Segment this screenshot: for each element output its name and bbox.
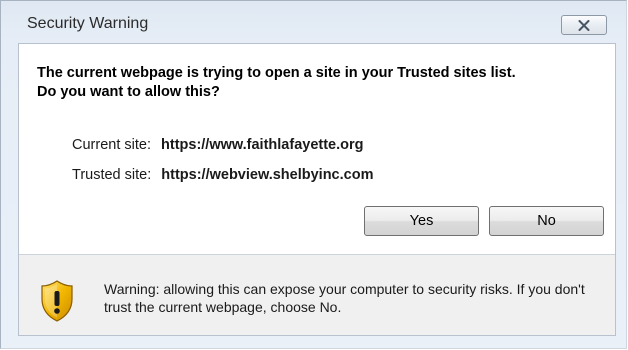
- trusted-site-value: https://webview.shelbyinc.com: [161, 167, 374, 183]
- warning-footer: Warning: allowing this can expose your c…: [19, 255, 615, 335]
- dialog-body: The current webpage is trying to open a …: [18, 43, 616, 336]
- window-title: Security Warning: [27, 15, 149, 32]
- prompt-question: The current webpage is trying to open a …: [37, 65, 516, 100]
- security-warning-dialog: Security Warning The current webpage is …: [0, 0, 627, 349]
- close-icon: [578, 19, 590, 31]
- current-site-value: https://www.faithlafayette.org: [161, 137, 364, 153]
- yes-button[interactable]: Yes: [364, 206, 479, 236]
- no-button[interactable]: No: [489, 206, 604, 236]
- close-button[interactable]: [561, 15, 607, 35]
- current-site-label: Current site:: [72, 137, 151, 153]
- current-site-row: Current site: https://www.faithlafayette…: [72, 137, 364, 153]
- titlebar[interactable]: Security Warning: [1, 1, 626, 43]
- warning-message: Warning: allowing this can expose your c…: [104, 281, 585, 315]
- trusted-site-row: Trusted site: https://webview.shelbyinc.…: [72, 167, 373, 183]
- shield-warning-icon: [41, 280, 73, 322]
- trusted-site-label: Trusted site:: [72, 167, 152, 183]
